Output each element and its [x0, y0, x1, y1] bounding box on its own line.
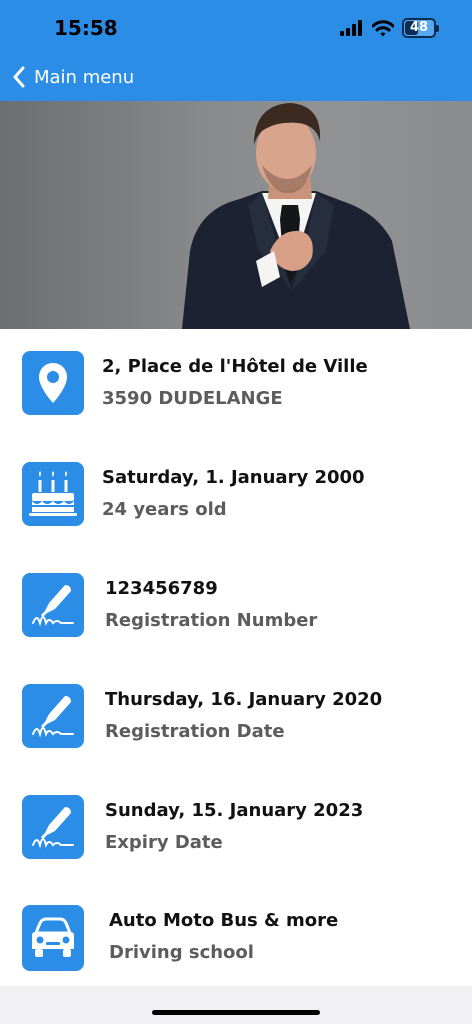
list-item-driving-school: Auto Moto Bus & more Driving school — [0, 905, 472, 971]
driving-school-label: Driving school — [109, 942, 254, 963]
address-city: 3590 DUDELANGE — [102, 388, 283, 409]
signature-pen-icon — [32, 807, 74, 849]
list-item-address: 2, Place de l'Hôtel de Ville 3590 DUDELA… — [0, 351, 472, 415]
list-item-registration-number: 123456789 Registration Number — [0, 573, 472, 637]
registration-number-label: Registration Number — [105, 610, 318, 631]
list-item-expiry-date: Sunday, 15. January 2023 Expiry Date — [0, 795, 472, 859]
list-item-birthdate: Saturday, 1. January 2000 24 years old — [0, 462, 472, 526]
status-icons: 48 — [340, 17, 439, 39]
registration-number-value: 123456789 — [105, 578, 218, 599]
registration-number-tile — [22, 573, 84, 637]
birthdate-tile — [22, 462, 84, 526]
list-item-registration-date: Thursday, 16. January 2020 Registration … — [0, 684, 472, 748]
cellular-signal-icon — [340, 20, 362, 36]
header-bar: 15:58 48 Main menu — [0, 0, 472, 101]
profile-photo-illustration — [182, 103, 410, 329]
address-tile — [22, 351, 84, 415]
car-icon — [32, 917, 74, 957]
map-pin-icon — [39, 363, 67, 403]
chevron-left-icon — [13, 66, 25, 88]
profile-photo — [0, 101, 472, 329]
battery-icon: 48 — [402, 18, 439, 38]
home-indicator[interactable] — [152, 1010, 320, 1015]
address-line: 2, Place de l'Hôtel de Ville — [102, 356, 368, 377]
signature-pen-icon — [32, 696, 74, 738]
registration-date-label: Registration Date — [105, 721, 285, 742]
back-button[interactable]: Main menu — [12, 62, 134, 92]
battery-level: 48 — [409, 20, 429, 35]
status-time: 15:58 — [54, 16, 118, 40]
signature-pen-icon — [32, 585, 74, 627]
driving-school-tile — [22, 905, 84, 971]
back-button-label: Main menu — [34, 66, 135, 88]
expiry-date-label: Expiry Date — [105, 832, 223, 853]
expiry-date-tile — [22, 795, 84, 859]
registration-date-tile — [22, 684, 84, 748]
birthdate-value: Saturday, 1. January 2000 — [102, 467, 365, 488]
birthday-cake-icon — [29, 471, 77, 516]
driving-school-value: Auto Moto Bus & more — [109, 910, 339, 931]
home-bar-area — [0, 986, 472, 1024]
wifi-icon — [372, 19, 394, 36]
age-value: 24 years old — [102, 499, 227, 520]
registration-date-value: Thursday, 16. January 2020 — [105, 689, 383, 710]
expiry-date-value: Sunday, 15. January 2023 — [105, 800, 364, 821]
